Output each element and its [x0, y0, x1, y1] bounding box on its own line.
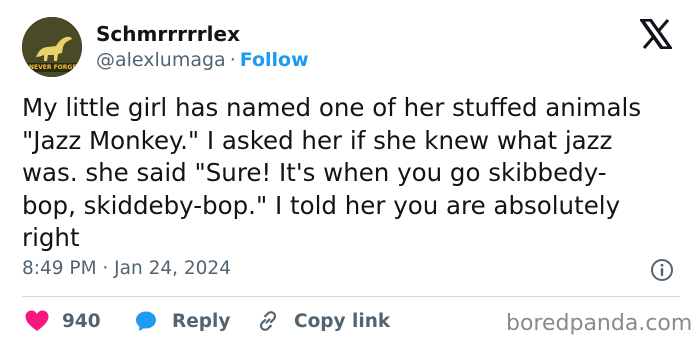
display-name[interactable]: Schmrrrrrlex [96, 22, 240, 46]
tweet-text: My little girl has named one of her stuf… [22, 93, 642, 252]
copy-link-button[interactable]: Copy link [256, 307, 390, 335]
like-count: 940 [62, 310, 101, 332]
divider [22, 296, 680, 297]
handle-separator: · [229, 49, 236, 71]
user-handle[interactable]: @alexlumaga [96, 49, 226, 71]
avatar-badge-text: NEVER FORGET [29, 64, 81, 71]
handle-row: @alexlumaga · Follow [96, 49, 309, 71]
reply-label: Reply [172, 310, 231, 332]
info-icon[interactable] [650, 258, 674, 282]
tweet-timestamp[interactable]: 8:49 PM · Jan 24, 2024 [22, 258, 231, 279]
like-button[interactable]: 940 [24, 307, 101, 335]
follow-button[interactable]: Follow [240, 49, 309, 71]
tweet-card: NEVER FORGET Schmrrrrrlex @alexlumaga · Fo… [0, 0, 700, 348]
avatar[interactable]: NEVER FORGET [22, 17, 82, 77]
link-icon [259, 311, 277, 331]
speech-bubble-icon [136, 311, 156, 331]
watermark: boredpanda.com [506, 311, 693, 336]
copy-link-label: Copy link [294, 310, 391, 332]
heart-icon [25, 310, 49, 331]
x-logo-icon[interactable] [638, 18, 674, 50]
reply-button[interactable]: Reply [134, 307, 230, 335]
